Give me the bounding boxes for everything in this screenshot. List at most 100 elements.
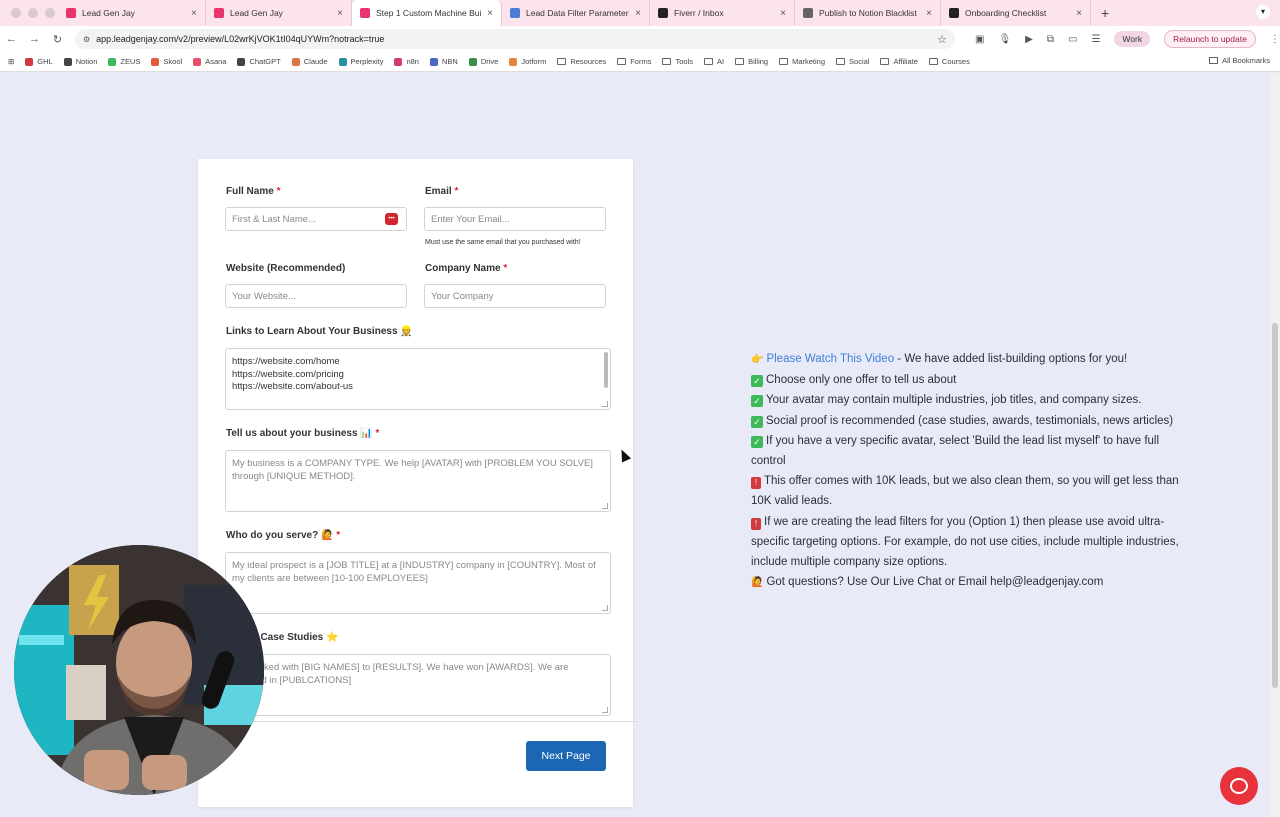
resize-grip[interactable] [602,707,608,713]
email-input[interactable]: Enter Your Email... [424,207,606,231]
site-info-icon[interactable]: ⚙ [83,35,90,44]
close-tab-icon[interactable]: × [1076,8,1082,19]
serve-textarea[interactable]: My ideal prospect is a [JOB TITLE] at a … [225,552,611,614]
bookmark-item[interactable]: Courses [928,57,970,66]
textarea-scrollbar[interactable] [604,352,608,388]
website-input[interactable]: Your Website... [225,284,407,308]
check-mark-icon: ✓ [751,395,763,408]
bookmark-label: GHL [37,57,53,66]
bookmark-item[interactable]: Jotform [509,57,546,66]
bookmark-item[interactable]: Skool [151,57,182,66]
next-page-button[interactable]: Next Page [526,741,606,771]
required-marker: * [336,530,341,541]
warning-icon: ! [751,517,761,530]
bookmark-item[interactable]: Perplexity [338,57,383,66]
instruction-item: ! If we are creating the lead filters for… [751,512,1181,573]
bookmark-label: AI [716,57,725,66]
browser-tab[interactable]: Lead Gen Jay × [58,0,206,26]
all-bookmarks-button[interactable]: All Bookmarks [1209,56,1270,65]
bookmark-item[interactable]: ChatGPT [237,57,281,66]
bookmark-item[interactable]: ZEUS [108,57,140,66]
autofill-contact-icon[interactable]: ••• [385,213,398,225]
browser-tab[interactable]: Step 1 Custom Machine Build × [352,0,502,26]
bookmark-item[interactable]: Tools [662,57,693,66]
cast-icon[interactable]: ▭ [1068,34,1077,45]
close-tab-icon[interactable]: × [191,8,197,19]
bookmark-item[interactable]: Social [836,57,869,66]
bookmark-item[interactable]: Marketing [779,57,825,66]
bookmark-item[interactable]: AI [703,57,725,66]
business-textarea[interactable]: My business is a COMPANY TYPE. We help [… [225,450,611,512]
close-tab-icon[interactable]: × [337,8,343,19]
menu-dots-icon[interactable]: ⋮ [1270,34,1280,45]
apps-grid-icon[interactable]: ⊞ [8,57,14,66]
links-label: Links to Learn About Your Business 👷 [226,326,413,337]
links-label-text: Links to Learn About Your Business [226,326,398,337]
bookmark-item[interactable]: Affiliate [880,57,918,66]
tab-title: Onboarding Checklist [965,8,1047,18]
close-tab-icon[interactable]: × [487,8,493,19]
forward-icon[interactable]: → [23,33,46,45]
company-input[interactable]: Your Company [424,284,606,308]
watch-video-link[interactable]: Please Watch This Video [766,353,894,365]
bookmark-item[interactable]: Notion [63,57,97,66]
browser-tab[interactable]: Fiverr / Inbox × [650,0,795,26]
full-name-input[interactable]: First & Last Name... ••• [225,207,407,231]
extension-icon[interactable]: ▣ [975,34,984,45]
questions-line: 🙋 Got questions? Use Our Live Chat or Ema… [751,572,1181,593]
close-tab-icon[interactable]: × [926,8,932,19]
bookmark-item[interactable]: n8n [394,57,419,66]
profile-chip[interactable]: Work [1114,31,1151,47]
instructions-panel: 👉 Please Watch This Video - We have added… [751,349,1181,593]
site-favicon-icon [468,57,477,66]
site-favicon-icon [429,57,438,66]
extension-icon[interactable]: ▶ [1025,34,1033,45]
bookmark-item[interactable]: Billing [735,57,768,66]
browser-tab[interactable]: Lead Data Filter Parameters (× [502,0,650,26]
live-chat-button[interactable] [1220,767,1258,805]
site-favicon-icon [394,57,403,66]
reading-list-icon[interactable]: ☰ [1091,34,1100,45]
back-icon[interactable]: ← [0,33,23,45]
folder-icon [557,58,567,65]
scrollbar-thumb[interactable] [1272,323,1278,688]
close-tab-icon[interactable]: × [780,8,786,19]
bookmark-label: Asana [205,57,227,66]
microphone-icon[interactable]: 🎙 [998,34,1011,45]
form-divider [198,721,638,722]
proof-textarea[interactable]: We worked with [BIG NAMES] to [RESULTS].… [225,654,611,716]
instruction-text: Your avatar may contain multiple industr… [766,394,1142,407]
links-textarea[interactable]: https://website.com/home https://website… [225,348,611,410]
folder-icon [735,58,745,65]
bookmark-label: Tools [675,57,693,66]
resize-grip[interactable] [602,605,608,611]
new-tab-button[interactable]: + [1091,5,1119,21]
window-controls[interactable] [0,8,58,18]
browser-tab[interactable]: Lead Gen Jay × [206,0,352,26]
reload-icon[interactable]: ↻ [46,33,69,46]
tab-search-icon[interactable]: ▾ [1256,5,1270,19]
tab-title: Publish to Notion Blacklist [819,8,917,18]
bookmark-item[interactable]: GHL [25,57,53,66]
browser-tab[interactable]: Onboarding Checklist × [941,0,1091,26]
required-marker: * [454,186,459,197]
browser-tab[interactable]: Publish to Notion Blacklist × [795,0,941,26]
resize-grip[interactable] [602,401,608,407]
address-bar[interactable]: ⚙ app.leadgenjay.com/v2/preview/L02wrKjV… [75,29,955,49]
bookmark-item[interactable]: Drive [468,57,499,66]
bookmark-item[interactable]: Resources [557,57,606,66]
page-scrollbar[interactable] [1270,73,1280,817]
bookmark-item[interactable]: Forms [617,57,651,66]
resize-grip[interactable] [602,503,608,509]
bookmark-label: ChatGPT [249,57,281,66]
relaunch-button[interactable]: Relaunch to update [1164,30,1256,48]
bookmark-label: Skool [163,57,183,66]
extensions-puzzle-icon[interactable]: ⧉ [1047,34,1054,45]
bookmark-item[interactable]: Claude [291,57,328,66]
close-tab-icon[interactable]: × [635,8,641,19]
bookmark-item[interactable]: NBN [429,57,458,66]
bookmark-label: Drive [480,57,499,66]
bookmark-item[interactable]: Asana [193,57,226,66]
email-hint: Must use the same email that you purchas… [425,239,581,246]
bookmark-star-icon[interactable]: ☆ [937,33,947,46]
